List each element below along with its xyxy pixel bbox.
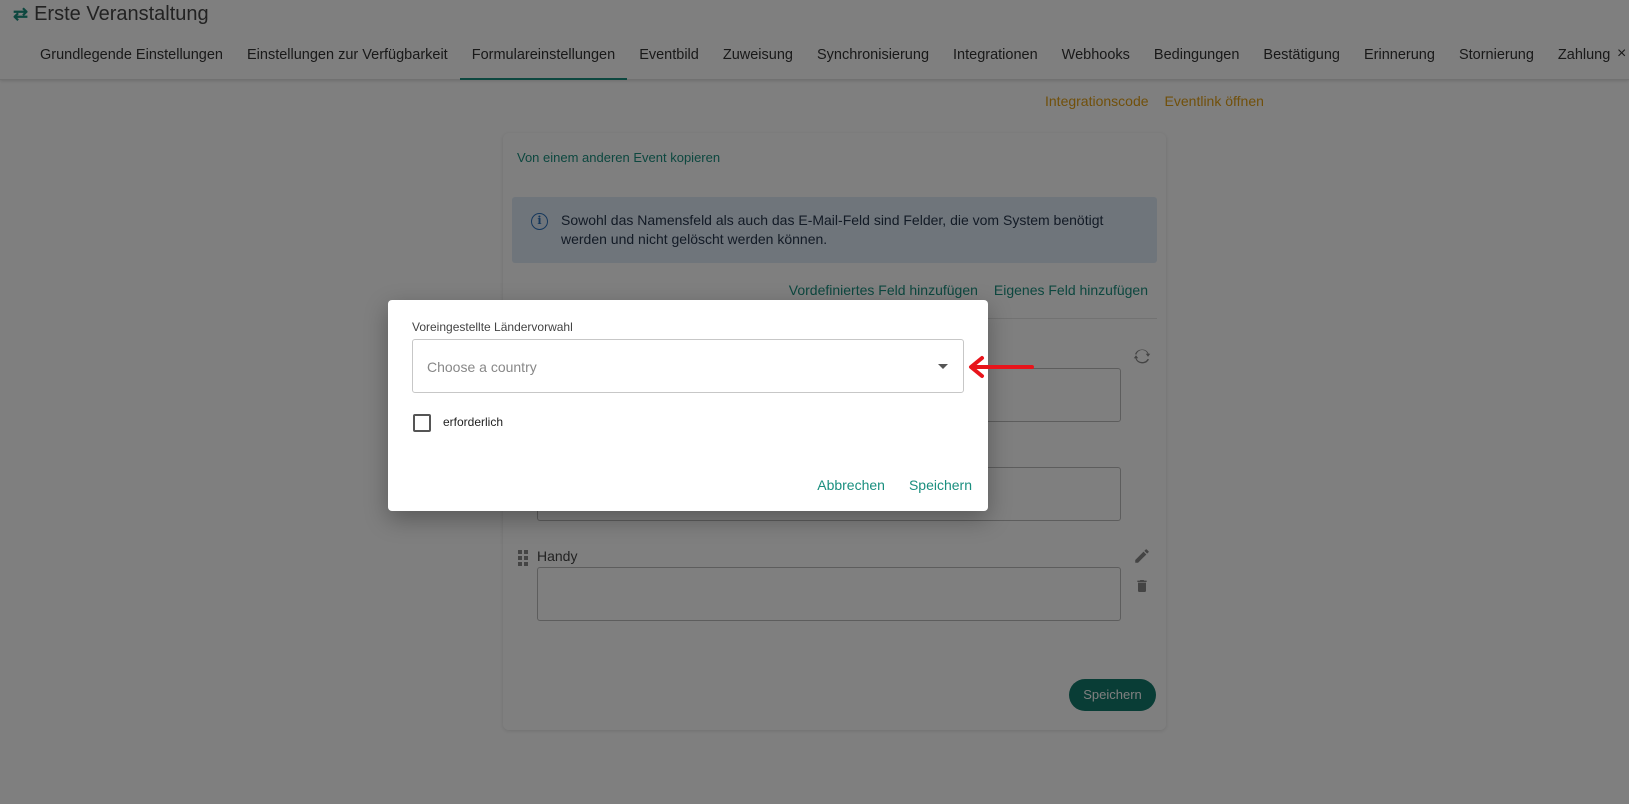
country-select[interactable]: Choose a country	[412, 339, 964, 393]
annotation-arrow-icon	[969, 356, 1034, 378]
required-checkbox[interactable]	[413, 414, 431, 432]
chevron-down-icon[interactable]	[938, 364, 948, 369]
required-checkbox-label[interactable]: erforderlich	[443, 415, 503, 429]
country-code-dialog: Voreingestellte Ländervorwahl Choose a c…	[388, 300, 988, 511]
dialog-actions: Abbrechen Speichern	[817, 477, 972, 493]
cancel-button[interactable]: Abbrechen	[817, 477, 885, 493]
country-select-label: Voreingestellte Ländervorwahl	[412, 320, 573, 334]
country-select-placeholder: Choose a country	[427, 359, 537, 375]
dialog-save-button[interactable]: Speichern	[909, 477, 972, 493]
